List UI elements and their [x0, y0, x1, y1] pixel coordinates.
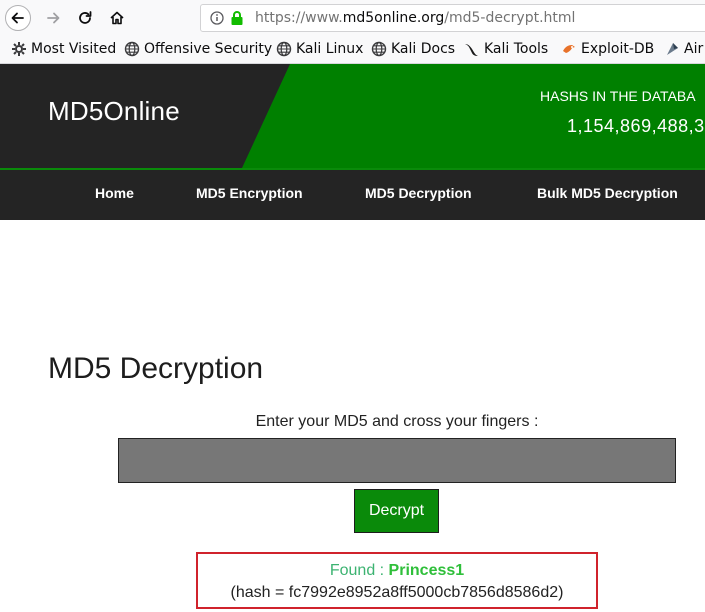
url-bar[interactable]: https://www.md5online.org/md5-decrypt.ht… — [200, 4, 705, 32]
bookmark-offensive-security[interactable]: Offensive Security — [124, 41, 272, 57]
result-box: Found : Princess1 (hash = fc7992e8952a8f… — [196, 552, 598, 609]
bookmarks-toolbar: Most Visited Offensive Security Kali Lin… — [0, 37, 705, 64]
site-nav: Home MD5 Encryption MD5 Decryption Bulk … — [0, 168, 705, 220]
forward-button[interactable] — [40, 5, 66, 31]
kali-dragon-icon — [465, 44, 478, 56]
decrypt-button[interactable]: Decrypt — [354, 489, 439, 533]
gear-icon — [12, 42, 26, 56]
globe-icon — [371, 41, 387, 57]
bookmark-kali-tools[interactable]: Kali Tools — [464, 41, 548, 57]
site-logo[interactable]: MD5Online — [48, 96, 180, 127]
browser-toolbar: https://www.md5online.org/md5-decrypt.ht… — [0, 0, 705, 37]
nav-md5-decryption[interactable]: MD5 Decryption — [365, 185, 472, 201]
globe-icon — [276, 41, 292, 57]
site-header: MD5Online HASHS IN THE DATABA 1,154,869,… — [0, 64, 705, 168]
nav-md5-encryption[interactable]: MD5 Encryption — [196, 185, 303, 201]
bookmark-label: Most Visited — [31, 41, 117, 57]
back-button[interactable] — [5, 5, 31, 31]
bookmark-exploit-db[interactable]: Exploit-DB — [561, 41, 654, 57]
md5-prompt-label: Enter your MD5 and cross your fingers : — [255, 413, 539, 430]
reload-icon — [79, 11, 92, 24]
lock-icon[interactable] — [230, 10, 244, 26]
found-label: Found : — [329, 562, 389, 579]
nav-bulk-md5-decryption[interactable]: Bulk MD5 Decryption — [537, 185, 678, 201]
bookmark-kali-docs[interactable]: Kali Docs — [371, 41, 455, 57]
hash-value: (hash = fc7992e8952a8ff5000cb7856d8586d2… — [230, 584, 564, 601]
bookmark-label: Exploit-DB — [581, 41, 655, 57]
globe-icon — [124, 41, 140, 57]
bookmark-label: Offensive Security — [144, 41, 273, 57]
bookmark-label: Air — [684, 41, 704, 57]
page-title: MD5 Decryption — [48, 352, 264, 385]
hash-count-value: 1,154,869,488,3 — [567, 116, 705, 136]
bookmark-label: Kali Tools — [484, 41, 549, 57]
home-button[interactable] — [104, 5, 130, 31]
url-text[interactable]: https://www.md5online.org/md5-decrypt.ht… — [255, 10, 575, 26]
bookmark-label: Kali Linux — [296, 41, 364, 57]
arrow-right-icon — [47, 12, 60, 24]
exploit-db-icon — [563, 45, 575, 53]
aircrack-icon — [667, 43, 678, 55]
arrow-left-icon — [11, 12, 24, 24]
info-icon[interactable] — [210, 11, 224, 25]
md5-input[interactable] — [118, 438, 676, 483]
reload-button[interactable] — [72, 5, 98, 31]
nav-home[interactable]: Home — [95, 185, 134, 201]
bookmark-most-visited[interactable]: Most Visited — [11, 41, 116, 57]
bookmark-air[interactable]: Air — [664, 41, 703, 57]
bookmark-kali-linux[interactable]: Kali Linux — [276, 41, 363, 57]
home-icon — [110, 11, 124, 25]
bookmark-label: Kali Docs — [391, 41, 456, 57]
hash-count-label: HASHS IN THE DATABA — [540, 88, 696, 104]
decrypted-password: Princess1 — [388, 562, 465, 579]
found-line: Found : Princess1 — [198, 562, 596, 580]
